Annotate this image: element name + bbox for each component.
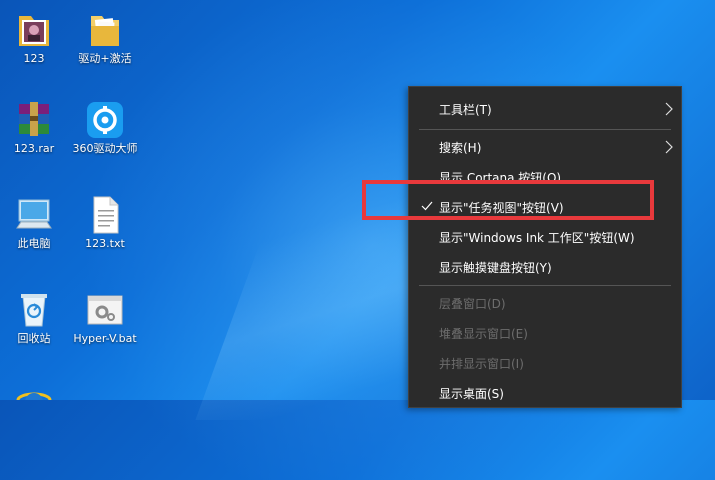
desktop-icon-hyper-v-bat[interactable]: Hyper-V.bat bbox=[66, 290, 144, 346]
image-file-icon bbox=[19, 16, 49, 46]
menu-item-stack-windows: 堆叠显示窗口(E) bbox=[439, 326, 528, 341]
recycle-bin-icon bbox=[21, 294, 47, 327]
internet-explorer-icon bbox=[16, 392, 52, 400]
menu-item-show-touch-keyboard-button[interactable]: 显示触摸键盘按钮(Y) bbox=[409, 253, 681, 281]
winrar-archive-icon bbox=[19, 102, 49, 136]
chevron-right-icon bbox=[665, 102, 673, 116]
menu-item-show-desktop[interactable]: 显示桌面(S) bbox=[409, 379, 681, 407]
batch-file-gear-icon bbox=[87, 295, 123, 325]
text-file-icon bbox=[93, 196, 119, 234]
desktop-icon-123-rar[interactable]: 123.rar bbox=[0, 100, 73, 156]
folder-icon bbox=[91, 16, 119, 46]
360-driver-master-icon bbox=[87, 102, 123, 138]
chevron-right-icon bbox=[665, 140, 673, 154]
desktop-icon-123[interactable]: 123 bbox=[0, 10, 73, 66]
menu-separator bbox=[419, 129, 671, 130]
desktop-icon-this-pc[interactable]: 此电脑 bbox=[0, 195, 73, 251]
taskbar-context-menu: 工具栏(T) 搜索(H) 显示 Cortana 按钮(O) 显示"任务视图"按钮… bbox=[408, 86, 682, 408]
desktop-icon-123-txt[interactable]: 123.txt bbox=[66, 195, 144, 251]
menu-separator bbox=[419, 285, 671, 286]
desktop-icon-recycle-bin[interactable]: 回收站 bbox=[0, 290, 73, 346]
desktop-icon-driver-folder[interactable]: 驱动+激活 bbox=[66, 10, 144, 66]
menu-item-cascade-windows: 层叠窗口(D) bbox=[439, 296, 506, 311]
highlight-annotation-box bbox=[362, 180, 654, 220]
computer-icon bbox=[16, 199, 52, 229]
menu-item-search[interactable]: 搜索(H) bbox=[409, 133, 681, 161]
menu-item-show-windows-ink-button[interactable]: 显示"Windows Ink 工作区"按钮(W) bbox=[409, 223, 681, 251]
desktop-icon-internet-explorer[interactable] bbox=[0, 384, 73, 400]
desktop-icon-360-driver[interactable]: 360驱动大师 bbox=[66, 100, 144, 156]
menu-item-side-by-side-windows: 并排显示窗口(I) bbox=[439, 356, 524, 371]
menu-item-toolbars[interactable]: 工具栏(T) bbox=[409, 95, 681, 123]
